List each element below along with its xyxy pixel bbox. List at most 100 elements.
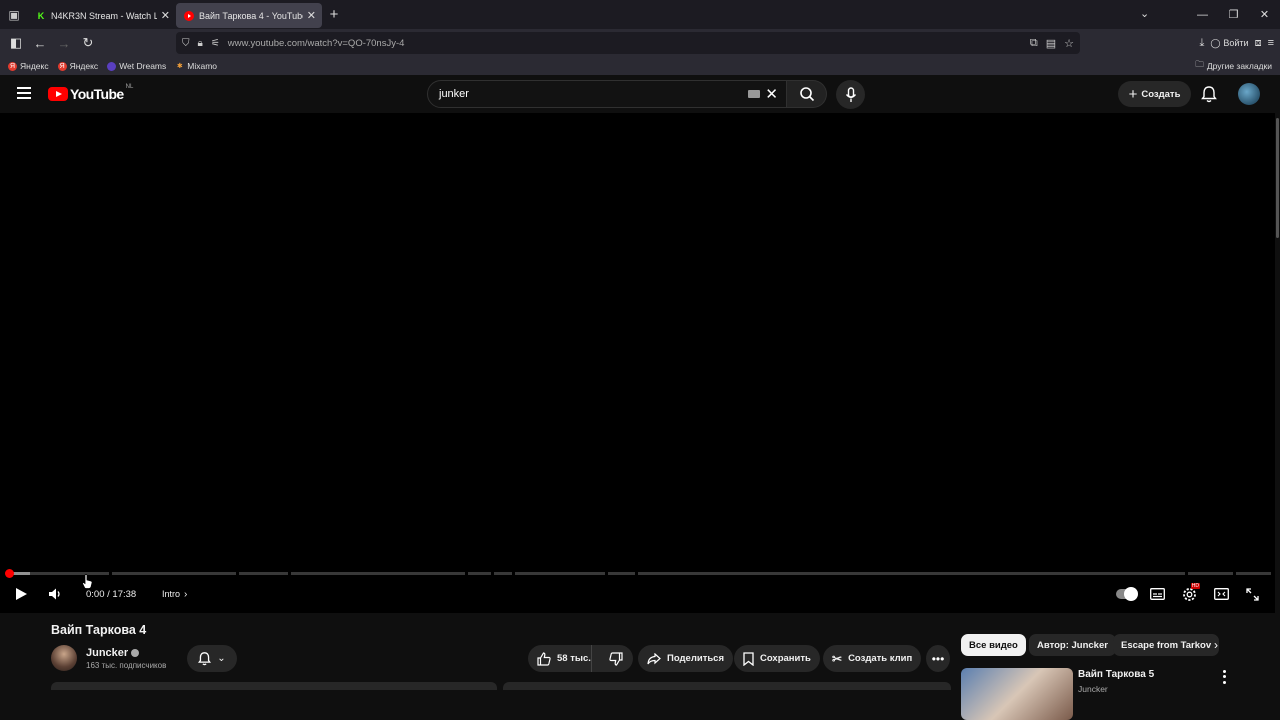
bookmark-yandex-2[interactable]: Я Яндекс xyxy=(57,61,99,71)
volume-button[interactable] xyxy=(48,583,62,605)
autoplay-toggle[interactable] xyxy=(1116,583,1138,605)
comments-box[interactable] xyxy=(503,682,951,690)
reader-view-icon[interactable]: ▤ xyxy=(1046,37,1056,50)
search-value: junker xyxy=(439,88,469,100)
chapter-segment[interactable] xyxy=(638,572,1185,575)
play-button[interactable] xyxy=(14,583,28,605)
chapter-segment[interactable] xyxy=(1188,572,1233,575)
folder-icon: 🗀︎ xyxy=(1195,59,1204,69)
create-label: Создать xyxy=(1141,88,1181,100)
tab-overview-icon[interactable]: ▣ xyxy=(0,0,28,29)
bookmark-icon xyxy=(743,651,754,666)
chapter-segment[interactable] xyxy=(515,572,605,575)
close-tab-icon[interactable]: ✕ xyxy=(307,9,316,22)
create-button[interactable]: + Создать xyxy=(1118,81,1191,107)
more-vertical-icon[interactable] xyxy=(1219,669,1229,685)
bookmarks-bar: Я Яндекс Я Яндекс Wet Dreams ✱ Mixamo 🗀︎… xyxy=(0,57,1280,75)
downloads-icon[interactable]: ⤓ xyxy=(1199,37,1204,50)
account-avatar[interactable] xyxy=(1238,83,1260,105)
bell-icon xyxy=(198,652,212,666)
tab-n4kr3n[interactable]: K N4KR3N Stream - Watch Live o ✕ xyxy=(28,3,176,28)
reload-icon[interactable]: ↻ xyxy=(76,32,100,54)
permissions-icon[interactable]: ⚟ xyxy=(211,38,220,49)
lock-icon[interactable]: 🔒︎ xyxy=(198,38,203,49)
close-window-icon[interactable]: ✕ xyxy=(1249,0,1280,29)
sidebar-toggle-icon[interactable]: ◧ xyxy=(4,32,28,54)
channel-name[interactable]: Juncker xyxy=(86,647,140,659)
chip-author[interactable]: Автор: Juncker xyxy=(1029,634,1116,656)
back-icon[interactable]: ← xyxy=(28,32,52,54)
description-box[interactable] xyxy=(51,682,497,690)
more-actions-button[interactable]: ••• xyxy=(926,645,950,672)
dislike-button[interactable] xyxy=(598,645,633,672)
list-all-tabs-icon[interactable]: ⌄ xyxy=(1140,7,1149,20)
forward-icon[interactable]: → xyxy=(52,32,76,54)
chapter-segment[interactable] xyxy=(468,572,491,575)
menu-icon[interactable]: ≡ xyxy=(1268,37,1274,49)
chapter-segment[interactable] xyxy=(112,572,236,575)
voice-search-button[interactable] xyxy=(836,80,865,109)
search-icon xyxy=(799,87,814,102)
settings-button[interactable]: HD xyxy=(1182,583,1200,605)
scrubber-handle[interactable] xyxy=(5,569,14,578)
restore-icon[interactable]: ❐ xyxy=(1218,0,1249,29)
channel-avatar[interactable] xyxy=(51,645,77,671)
tab-title: N4KR3N Stream - Watch Live o xyxy=(51,10,157,21)
extensions-icon[interactable]: ⧈ xyxy=(1255,37,1262,50)
subscription-notifications-button[interactable]: ⌄ xyxy=(187,645,237,672)
bookmark-label: Яндекс xyxy=(69,61,99,71)
like-button[interactable]: 58 тыс. xyxy=(528,645,593,672)
youtube-logo[interactable]: YouTube NL xyxy=(48,84,133,102)
youtube-header: YouTube NL junker ✕ + Создать xyxy=(0,75,1280,113)
mixamo-icon: ✱ xyxy=(176,63,183,70)
more-horizontal-icon: ••• xyxy=(931,651,945,666)
hamburger-menu-icon[interactable] xyxy=(17,87,31,99)
address-bar[interactable]: ⛉ 🔒︎ ⚟ www.youtube.com/watch?v=QO-70nsJy… xyxy=(176,32,1080,54)
scrollbar-thumb[interactable] xyxy=(1276,118,1279,238)
notifications-bell-icon[interactable] xyxy=(1201,85,1217,108)
account-button[interactable]: ◯ Войти xyxy=(1210,38,1248,49)
bookmark-wet-dreams[interactable]: Wet Dreams xyxy=(107,61,166,71)
plus-icon: + xyxy=(1128,85,1138,103)
subtitles-button[interactable] xyxy=(1150,583,1165,605)
recommendation-title[interactable]: Вайп Таркова 5 xyxy=(1078,669,1154,680)
create-clip-button[interactable]: ✂ Создать клип xyxy=(823,645,922,672)
chapter-segment[interactable] xyxy=(608,572,635,575)
like-dislike-group: 58 тыс. xyxy=(528,645,633,672)
progress-bar[interactable] xyxy=(5,569,1271,578)
other-bookmarks[interactable]: 🗀︎ Другие закладки xyxy=(1195,59,1272,73)
chevron-right-icon[interactable]: › xyxy=(1207,635,1225,655)
fullscreen-button[interactable] xyxy=(1246,583,1259,605)
theater-mode-button[interactable] xyxy=(1214,583,1229,605)
chapter-segment[interactable] xyxy=(1236,572,1271,575)
chapter-label: Intro xyxy=(162,589,181,599)
save-button[interactable]: Сохранить xyxy=(734,645,820,672)
tab-youtube[interactable]: Вайп Таркова 4 - YouTube ✕ xyxy=(176,3,322,28)
keyboard-icon[interactable] xyxy=(748,90,760,98)
bookmark-star-icon[interactable]: ☆ xyxy=(1064,37,1074,50)
minimize-icon[interactable]: — xyxy=(1187,0,1218,29)
share-button[interactable]: Поделиться xyxy=(638,645,734,672)
chip-escape-from-tarkov[interactable]: Escape from Tarkov xyxy=(1113,634,1220,656)
chevron-right-icon: › xyxy=(184,588,188,600)
clear-search-icon[interactable]: ✕ xyxy=(765,85,778,103)
mouse-cursor-icon xyxy=(82,574,93,594)
chapter-segment[interactable] xyxy=(494,572,512,575)
new-tab-button[interactable]: + xyxy=(322,6,346,23)
bookmark-yandex-1[interactable]: Я Яндекс xyxy=(8,61,49,71)
search-button[interactable] xyxy=(787,80,827,108)
close-tab-icon[interactable]: ✕ xyxy=(161,9,170,22)
recommendation-thumbnail[interactable] xyxy=(961,668,1073,720)
chapter-segment[interactable] xyxy=(291,572,465,575)
search-input[interactable]: junker ✕ xyxy=(427,80,787,108)
like-count: 58 тыс. xyxy=(557,653,591,664)
chapter-button[interactable]: Intro › xyxy=(162,583,187,605)
video-player[interactable] xyxy=(0,113,1275,613)
bookmark-mixamo[interactable]: ✱ Mixamo xyxy=(175,61,217,71)
recommendation-channel[interactable]: Juncker xyxy=(1078,684,1108,694)
shield-icon[interactable]: ⛉ xyxy=(182,38,190,49)
picture-in-picture-icon[interactable]: ⧉ xyxy=(1030,37,1038,50)
page-scrollbar[interactable] xyxy=(1275,113,1280,720)
chip-all-videos[interactable]: Все видео xyxy=(961,634,1026,656)
chapter-segment[interactable] xyxy=(239,572,288,575)
